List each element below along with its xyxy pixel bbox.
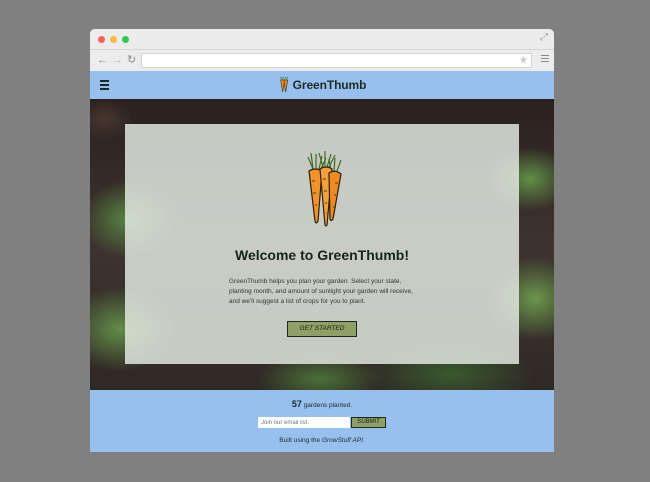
brand-name: GreenThumb: [292, 77, 367, 92]
site-header: GreenThumb: [90, 71, 554, 99]
address-bar[interactable]: ★: [141, 53, 532, 68]
browser-menu-icon[interactable]: [541, 55, 549, 64]
carrot-logo-icon: [307, 151, 342, 227]
brand[interactable]: GreenThumb: [278, 76, 367, 93]
reload-icon[interactable]: ↻: [127, 54, 136, 66]
close-window-button[interactable]: [98, 36, 105, 43]
hero-section: Welcome to GreenThumb! GreenThumb helps …: [90, 99, 554, 390]
credit-prefix: Built using the: [279, 437, 322, 444]
email-list-input[interactable]: [258, 417, 350, 428]
gardens-count: 57: [291, 399, 302, 409]
star-icon[interactable]: ★: [519, 54, 528, 67]
gardens-count-label: gardens planted.: [301, 402, 353, 409]
browser-toolbar: ← → ↻ ★: [90, 50, 554, 73]
carrot-logo-icon: [280, 76, 289, 93]
gardens-planted-line: 57 gardens planted.: [90, 399, 554, 409]
forward-arrow-icon[interactable]: →: [112, 54, 123, 66]
get-started-button[interactable]: GET STARTED: [287, 321, 357, 337]
welcome-card: Welcome to GreenThumb! GreenThumb helps …: [125, 124, 519, 364]
submit-button[interactable]: SUBMIT: [351, 417, 386, 428]
api-credit: Built using the GrowStuff API.: [90, 437, 554, 444]
site-footer: 57 gardens planted. SUBMIT Built using t…: [90, 390, 554, 452]
intro-text: GreenThumb helps you plan your garden. S…: [229, 278, 413, 305]
browser-titlebar: ⤢: [90, 29, 554, 50]
browser-window: ⤢ ← → ↻ ★ GreenThumb Welcome to GreenThu…: [90, 29, 554, 452]
email-signup-form: SUBMIT: [258, 417, 386, 428]
back-arrow-icon[interactable]: ←: [97, 54, 108, 66]
zoom-window-button[interactable]: [122, 36, 129, 43]
expand-icon[interactable]: ⤢: [540, 32, 548, 44]
welcome-title: Welcome to GreenThumb!: [235, 247, 409, 263]
hamburger-menu-icon[interactable]: [100, 80, 109, 92]
growstuff-api-link[interactable]: GrowStuff API: [322, 437, 363, 444]
minimize-window-button[interactable]: [110, 36, 117, 43]
credit-suffix: .: [362, 437, 365, 444]
